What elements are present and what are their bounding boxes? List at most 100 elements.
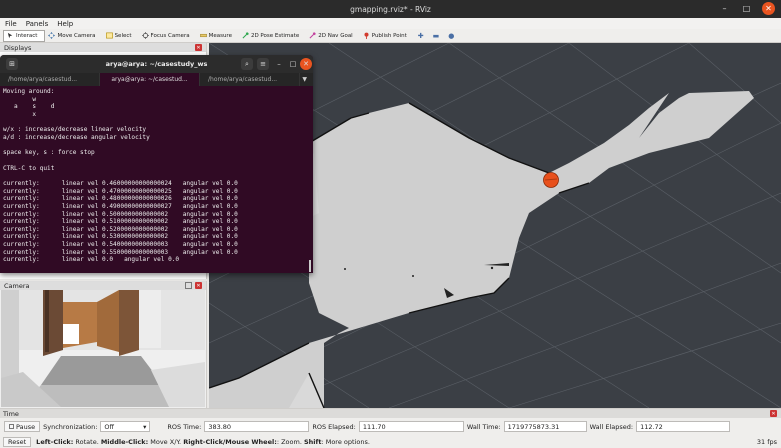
terminal-output[interactable]: Moving around: w a s d x w/x : increase/…: [0, 86, 313, 273]
pose-estimate-icon: [242, 32, 249, 39]
hint-part: Left-Click:: [36, 438, 74, 446]
terminal-line: currently: linear vel 0.5000000000000002…: [3, 210, 238, 218]
minimize-icon[interactable]: –: [273, 58, 285, 70]
tool-focus-camera[interactable]: Focus Camera: [139, 30, 197, 42]
tool-properties-icon[interactable]: ●: [448, 32, 454, 40]
terminal-line: currently: linear vel 0.5100000000000002…: [3, 218, 238, 226]
menu-help[interactable]: Help: [57, 20, 73, 28]
tool-label: Move Camera: [57, 32, 96, 39]
displays-title: Displays: [4, 43, 32, 52]
menu-file[interactable]: File: [5, 20, 17, 28]
terminal-tab[interactable]: /home/arya/casestud...: [200, 73, 300, 86]
terminal-line: currently: linear vel 0.4600000000000002…: [3, 179, 238, 187]
tool-label: Focus Camera: [150, 32, 190, 39]
tool-2d-nav-goal[interactable]: 2D Nav Goal: [306, 30, 360, 42]
publish-point-icon: [364, 32, 369, 39]
minimize-icon[interactable]: –: [718, 2, 731, 15]
tool-label: 2D Pose Estimate: [250, 32, 300, 39]
tabs-dropdown-icon[interactable]: ▼: [300, 73, 313, 86]
reset-button[interactable]: Reset: [3, 437, 32, 447]
status-bar: Reset Left-Click: Rotate. Middle-Click: …: [0, 436, 781, 448]
close-icon[interactable]: ✕: [300, 58, 312, 70]
tool-interact[interactable]: Interact: [3, 29, 46, 42]
pause-button[interactable]: Pause: [4, 421, 41, 432]
pause-label: Pause: [16, 422, 36, 431]
undock-icon[interactable]: [185, 282, 192, 289]
maximize-icon[interactable]: □: [740, 2, 753, 15]
menu-bar: File Panels Help: [0, 18, 781, 29]
tool-2d-pose-estimate[interactable]: 2D Pose Estimate: [239, 30, 306, 42]
terminal-titlebar[interactable]: ⊞ arya@arya: ~/casestudy_ws ⌕ ≡ – □ ✕: [0, 55, 313, 73]
new-tab-icon[interactable]: ⊞: [6, 58, 18, 70]
maximize-icon[interactable]: □: [287, 58, 299, 70]
checkbox-icon: [9, 424, 14, 429]
terminal-line: currently: linear vel 0.4900000000000002…: [3, 202, 238, 210]
terminal-line: Moving around:: [3, 88, 55, 95]
close-panel-icon[interactable]: ✕: [770, 410, 777, 417]
terminal-line: currently: linear vel 0.4700000000000002…: [3, 187, 238, 195]
ros-time-field[interactable]: 383.80: [204, 421, 310, 432]
time-header: Time ✕: [0, 409, 781, 418]
time-title: Time: [3, 409, 19, 418]
close-panel-icon[interactable]: ✕: [195, 282, 202, 289]
wall-elapsed-field[interactable]: 112.72: [636, 421, 731, 432]
terminal-tabs: /home/arya/casestud... arya@arya: ~/case…: [0, 73, 313, 86]
terminal-line: currently: linear vel 0.5500000000000003…: [3, 248, 238, 256]
tool-label: 2D Nav Goal: [318, 32, 353, 39]
camera-header: Camera ✕: [0, 281, 206, 290]
camera-scene: [1, 290, 205, 407]
terminal-line: currently: linear vel 0.4800000000000002…: [3, 195, 238, 203]
select-icon: [105, 32, 113, 39]
add-tool-icon[interactable]: ✚: [418, 32, 424, 40]
tool-move-camera[interactable]: Move Camera: [45, 30, 102, 42]
sync-select[interactable]: Off ▾: [100, 421, 151, 432]
wall-time-field[interactable]: 1719775873.31: [503, 421, 587, 432]
terminal-window[interactable]: ⊞ arya@arya: ~/casestudy_ws ⌕ ≡ – □ ✕ /h…: [0, 55, 313, 273]
tool-label: Interact: [16, 32, 38, 39]
tool-label: Publish Point: [371, 32, 407, 39]
terminal-line: w/x : increase/decrease linear velocity: [3, 126, 147, 134]
search-icon[interactable]: ⌕: [241, 58, 253, 70]
hint-part: Right-Click/Mouse Wheel:: [183, 438, 277, 446]
hint-part: : Zoom.: [276, 438, 304, 446]
close-panel-icon[interactable]: ✕: [195, 44, 202, 51]
hint-part: Move X/Y.: [148, 438, 184, 446]
hint-part: Shift: [303, 438, 322, 446]
status-hint: Left-Click: Rotate. Middle-Click: Move X…: [36, 438, 370, 446]
ros-time-label: ROS Time:: [167, 422, 202, 431]
camera-panel: Camera ✕: [0, 281, 207, 408]
focus-camera-icon: [141, 32, 149, 39]
terminal-line: currently: linear vel 0.5200000000000002…: [3, 225, 238, 233]
terminal-tab-active[interactable]: arya@arya: ~/casestud...: [100, 73, 200, 86]
terminal-tab[interactable]: /home/arya/casestud...: [0, 73, 100, 86]
ros-elapsed-label: ROS Elapsed:: [312, 422, 356, 431]
terminal-title: arya@arya: ~/casestudy_ws: [105, 60, 208, 68]
window-titlebar[interactable]: gmapping.rviz* - RViz – □ ✕: [0, 0, 781, 18]
hamburger-menu-icon[interactable]: ≡: [257, 58, 269, 70]
chevron-down-icon: ▾: [143, 422, 147, 431]
wall-elapsed-label: Wall Elapsed:: [589, 422, 634, 431]
camera-title: Camera: [4, 281, 30, 290]
time-panel: Time ✕ Pause Synchronization: Off ▾ ROS …: [0, 408, 781, 436]
terminal-line: w: [3, 95, 37, 103]
nav-goal-icon: [309, 32, 316, 39]
remove-tool-icon[interactable]: ▬: [433, 32, 440, 40]
window-title: gmapping.rviz* - RViz: [350, 4, 431, 14]
terminal-scrollbar[interactable]: [309, 260, 311, 272]
tool-measure[interactable]: Measure: [197, 30, 239, 42]
tool-bar: Interact Move Camera Select Focus Camera…: [0, 29, 781, 43]
menu-panels[interactable]: Panels: [26, 20, 49, 28]
ros-elapsed-field[interactable]: 111.70: [358, 421, 464, 432]
close-icon[interactable]: ✕: [762, 2, 775, 15]
rviz-window: gmapping.rviz* - RViz – □ ✕ File Panels …: [0, 0, 781, 448]
displays-header: Displays ✕: [0, 43, 206, 52]
sync-value: Off: [104, 422, 114, 431]
fps-counter: 31 fps: [756, 438, 777, 446]
tool-publish-point[interactable]: Publish Point: [360, 30, 414, 42]
tool-select[interactable]: Select: [103, 30, 139, 42]
hint-part: Middle-Click:: [100, 438, 149, 446]
